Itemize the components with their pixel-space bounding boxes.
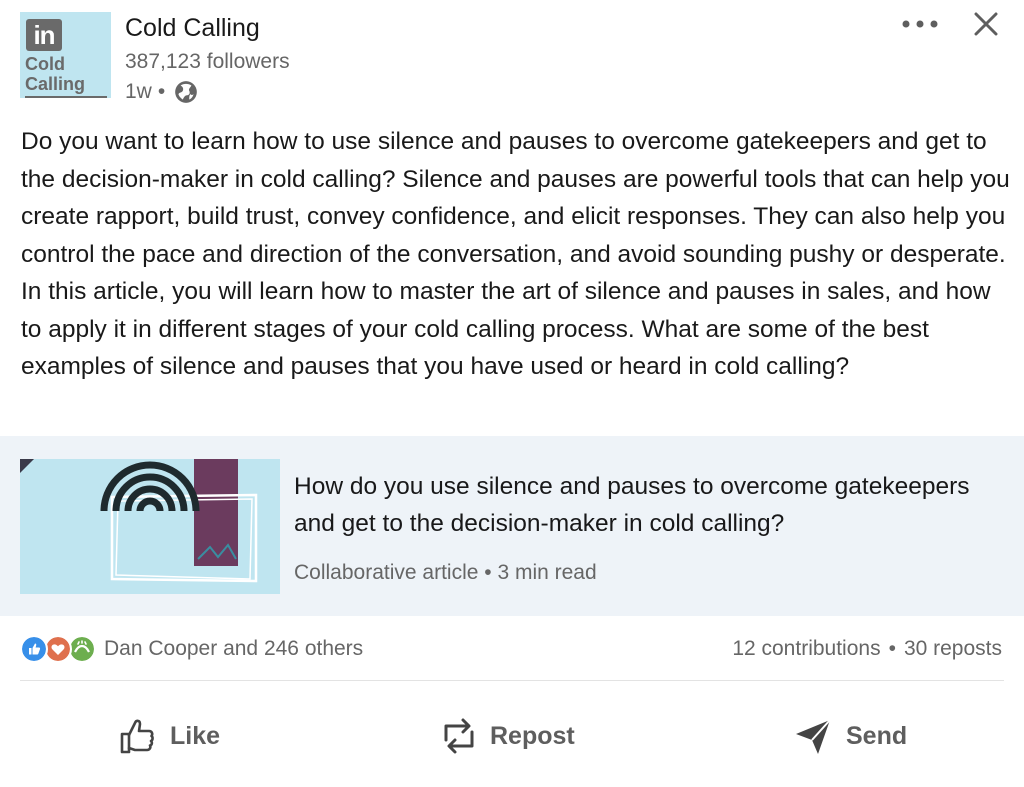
close-button[interactable] <box>966 6 1006 42</box>
logo-underline <box>25 96 107 98</box>
follower-count: 387,123 followers <box>125 50 290 73</box>
like-icon <box>20 635 48 663</box>
article-thumbnail <box>20 459 280 594</box>
logo-text: Cold Calling <box>25 54 85 94</box>
contributions-link[interactable]: 12 contributions <box>732 637 880 661</box>
meta-separator: • <box>157 80 166 103</box>
reaction-icons <box>20 635 98 663</box>
article-illustration <box>20 459 280 594</box>
post-meta: 1w • <box>125 78 199 106</box>
close-icon <box>974 12 998 36</box>
repost-label: Repost <box>490 721 575 750</box>
engagement-counts: 12 contributions • 30 reposts <box>732 634 1002 664</box>
logo-line-1: Cold <box>25 54 65 74</box>
article-title[interactable]: How do you use silence and pauses to ove… <box>294 468 1014 542</box>
reactions-text: Dan Cooper and 246 others <box>104 637 364 660</box>
post-age: 1w <box>125 80 152 103</box>
article-meta: Collaborative article • 3 min read <box>294 561 597 584</box>
company-logo[interactable]: in Cold Calling <box>20 12 111 98</box>
counts-separator: • <box>888 637 896 660</box>
more-options-button[interactable] <box>896 8 944 40</box>
repost-button[interactable]: Repost <box>440 700 575 772</box>
support-icon <box>68 635 96 663</box>
send-button[interactable]: Send <box>794 700 907 772</box>
org-name-link[interactable]: Cold Calling <box>125 13 260 43</box>
logo-line-2: Calling <box>25 74 86 94</box>
more-horizontal-icon <box>902 20 938 28</box>
send-icon <box>796 719 831 754</box>
actions-divider <box>20 680 1004 681</box>
love-icon <box>44 635 72 663</box>
like-label: Like <box>170 721 221 750</box>
send-label: Send <box>846 721 908 750</box>
reposts-link[interactable]: 30 reposts <box>904 637 1002 661</box>
post-body-text: Do you want to learn how to use silence … <box>21 128 1010 380</box>
thumbs-up-icon <box>120 719 154 754</box>
repost-icon <box>444 718 474 754</box>
post-card: in Cold Calling Cold Calling 387,123 fol… <box>0 0 1024 787</box>
like-button[interactable]: Like <box>118 700 220 772</box>
globe-icon <box>175 81 198 103</box>
reactions-summary[interactable]: Dan Cooper and 246 others <box>20 634 363 664</box>
linkedin-badge-icon: in <box>26 19 62 51</box>
